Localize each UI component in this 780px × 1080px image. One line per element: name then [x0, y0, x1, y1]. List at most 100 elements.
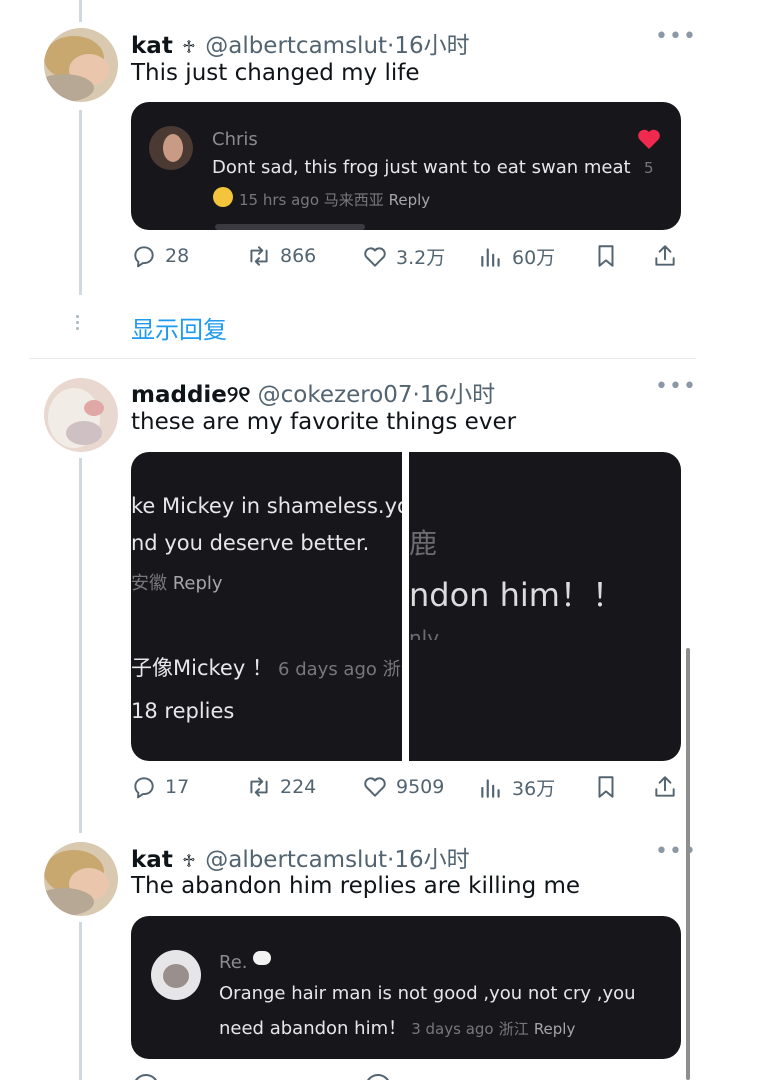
scrollbar[interactable] — [686, 648, 690, 1080]
comment-meta: 15 hrs ago 马来西亚 Reply — [239, 189, 430, 210]
more-options-icon[interactable]: ••• — [655, 374, 697, 399]
like-count: 9509 — [396, 776, 445, 798]
more-options-icon[interactable]: ••• — [655, 839, 697, 864]
divider — [30, 358, 696, 359]
comment-time: 15 hrs ago — [239, 191, 320, 209]
share-icon — [655, 245, 675, 266]
image-replies-text: 18 replies — [131, 699, 235, 723]
repost-count: 224 — [280, 776, 317, 798]
thread-line-post1 — [79, 110, 82, 295]
avatar[interactable] — [44, 378, 118, 452]
like-button[interactable]: 9509 — [362, 774, 444, 800]
avatar[interactable] — [44, 28, 118, 102]
image-cropped-text: nly — [409, 626, 440, 640]
reply-icon — [134, 246, 154, 268]
share-button[interactable] — [652, 774, 678, 800]
like-icon[interactable] — [365, 1074, 391, 1080]
commenter-name: Re. — [219, 952, 248, 973]
post-time[interactable]: 16小时 — [394, 33, 469, 59]
reply-icon[interactable] — [133, 1074, 159, 1080]
views-icon — [481, 778, 500, 798]
views-button[interactable]: 36万 — [478, 774, 555, 801]
media-image-left[interactable]: ke Mickey in shameless.yo nd you deserve… — [131, 452, 402, 761]
repost-icon — [250, 777, 268, 797]
views-button[interactable]: 60万 — [478, 243, 555, 270]
comment-text-line2: need abandon him！ 3 days ago 浙江 Reply — [219, 1014, 575, 1040]
post-text: This just changed my life — [131, 60, 420, 86]
post-text: The abandon him replies are killing me — [131, 873, 581, 899]
thought-bubble-icon — [253, 951, 271, 965]
heart-icon — [364, 246, 386, 267]
thread-line-post3 — [79, 922, 82, 1080]
bookmark-button[interactable] — [593, 774, 619, 800]
reply-button[interactable]: 17 — [131, 774, 189, 800]
like-button[interactable]: 3.2万 — [362, 243, 445, 270]
view-count: 36万 — [512, 778, 556, 800]
view-count: 60万 — [512, 247, 556, 269]
reply-icon — [134, 777, 154, 799]
thread-dots — [76, 312, 80, 333]
action-bar: 28 866 3.2万 60万 — [131, 243, 686, 273]
heart-filled-icon — [637, 128, 661, 154]
post-text: these are my favorite things ever — [131, 409, 517, 435]
media-image-right[interactable]: 鹿 ndon him！！ nly — [409, 452, 681, 761]
share-button[interactable] — [652, 243, 678, 269]
action-bar-cropped — [131, 1072, 686, 1080]
post-time[interactable]: 16小时 — [394, 847, 469, 873]
thread-line-top — [79, 0, 82, 22]
bookmark-icon — [598, 776, 614, 798]
author-handle[interactable]: @albertcamslut — [205, 847, 387, 873]
comment-location: 马来西亚 — [323, 191, 384, 209]
image-text-line: ke Mickey in shameless.yo — [131, 494, 402, 518]
commenter-name: Chris — [212, 129, 258, 150]
media-screenshot[interactable]: Re. Orange hair man is not good ,you not… — [131, 916, 681, 1059]
image-text-meta: 6 days ago 浙江 — [278, 659, 402, 680]
author-name[interactable]: kat — [131, 847, 173, 873]
comment-text: Dont sad, this frog just want to eat swa… — [212, 157, 631, 178]
author-handle[interactable]: @albertcamslut — [205, 33, 387, 59]
author-name[interactable]: maddie୨୧ — [131, 382, 250, 408]
image-big-text: ndon him！！ — [409, 576, 624, 614]
separator: · — [412, 382, 420, 408]
reply-count: 17 — [165, 776, 190, 798]
comment-reply: Reply — [533, 1020, 576, 1038]
image-meta-location: 安徽 — [131, 573, 167, 594]
image-char: 鹿 — [409, 527, 438, 560]
repost-icon — [250, 246, 268, 266]
repost-button[interactable]: 866 — [246, 243, 316, 269]
heart-icon — [364, 777, 386, 797]
thread-line-post2 — [79, 458, 82, 833]
author-emblem: ♱ — [182, 851, 196, 872]
reply-count: 28 — [165, 245, 190, 267]
cropped-row — [215, 224, 365, 230]
image-text-line: nd you deserve better. — [131, 531, 370, 555]
comment-time: 3 days ago — [411, 1020, 494, 1038]
comment-text: need abandon him！ — [219, 1018, 407, 1039]
avatar[interactable] — [44, 842, 118, 916]
post-header: maddie୨୧ @cokezero07·16小时 — [131, 375, 495, 409]
author-handle[interactable]: @cokezero07 — [258, 382, 413, 408]
comment-text: Orange hair man is not good ,you not cry… — [219, 983, 636, 1004]
comment-like-count: 5 — [644, 159, 654, 177]
more-options-icon[interactable]: ••• — [655, 24, 697, 49]
bookmark-button[interactable] — [593, 243, 619, 269]
author-name[interactable]: kat — [131, 33, 173, 59]
media-screenshot[interactable]: Chris Dont sad, this frog just want to e… — [131, 102, 681, 230]
reply-button[interactable]: 28 — [131, 243, 189, 269]
post-time[interactable]: 16小时 — [420, 382, 495, 408]
repost-button[interactable]: 224 — [246, 774, 316, 800]
share-icon — [655, 776, 675, 797]
commenter-avatar — [151, 950, 201, 1000]
repost-count: 866 — [280, 245, 317, 267]
show-replies-link[interactable]: 显示回复 — [131, 310, 227, 345]
image-meta: 安徽 Reply — [131, 569, 223, 595]
views-icon — [481, 247, 500, 267]
action-bar: 17 224 9509 36万 — [131, 774, 686, 804]
comment-location: 浙江 — [498, 1020, 529, 1038]
comment-reply: Reply — [388, 191, 431, 209]
post-header: kat ♱ @albertcamslut·16小时 — [131, 840, 470, 874]
post-header: kat ♱ @albertcamslut·16小时 — [131, 26, 470, 60]
image-text-main: 子像Mickey ！ — [131, 656, 273, 680]
like-count: 3.2万 — [396, 247, 446, 269]
image-gap — [402, 452, 409, 761]
